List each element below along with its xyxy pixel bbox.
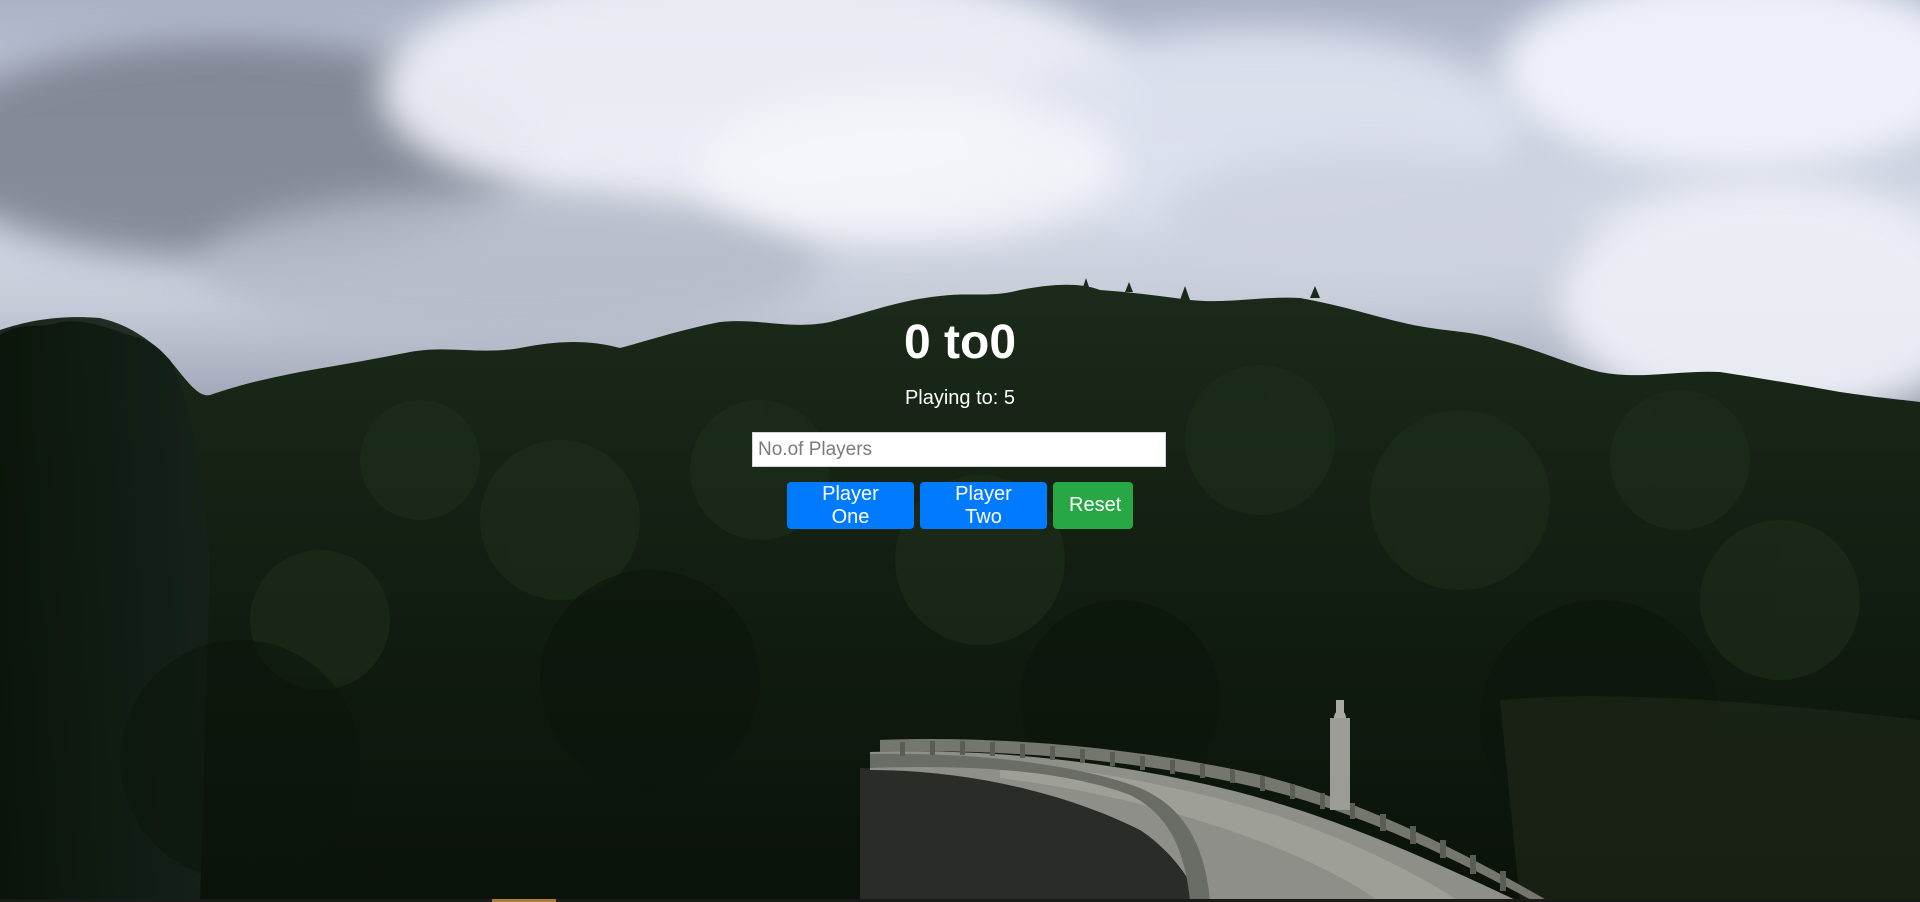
- player-two-button[interactable]: Player Two: [920, 482, 1047, 529]
- player-two-score: 0: [989, 316, 1017, 369]
- playing-to-label: Playing to:: [904, 387, 1004, 409]
- button-group: Player One Player Two Reset: [787, 482, 1133, 529]
- reset-button[interactable]: Reset: [1053, 482, 1133, 529]
- player-one-score: 0: [903, 316, 931, 369]
- score-display: 0 to0: [0, 313, 1920, 373]
- game-screen: 0 to0 Playing to: 5 Player One Player Tw…: [0, 0, 1920, 902]
- player-one-button[interactable]: Player One: [787, 482, 914, 529]
- playing-to-value: 5: [1003, 387, 1016, 409]
- players-count-input[interactable]: [752, 432, 1166, 467]
- playing-to-text: Playing to: 5: [0, 386, 1920, 410]
- score-separator: to: [930, 316, 990, 369]
